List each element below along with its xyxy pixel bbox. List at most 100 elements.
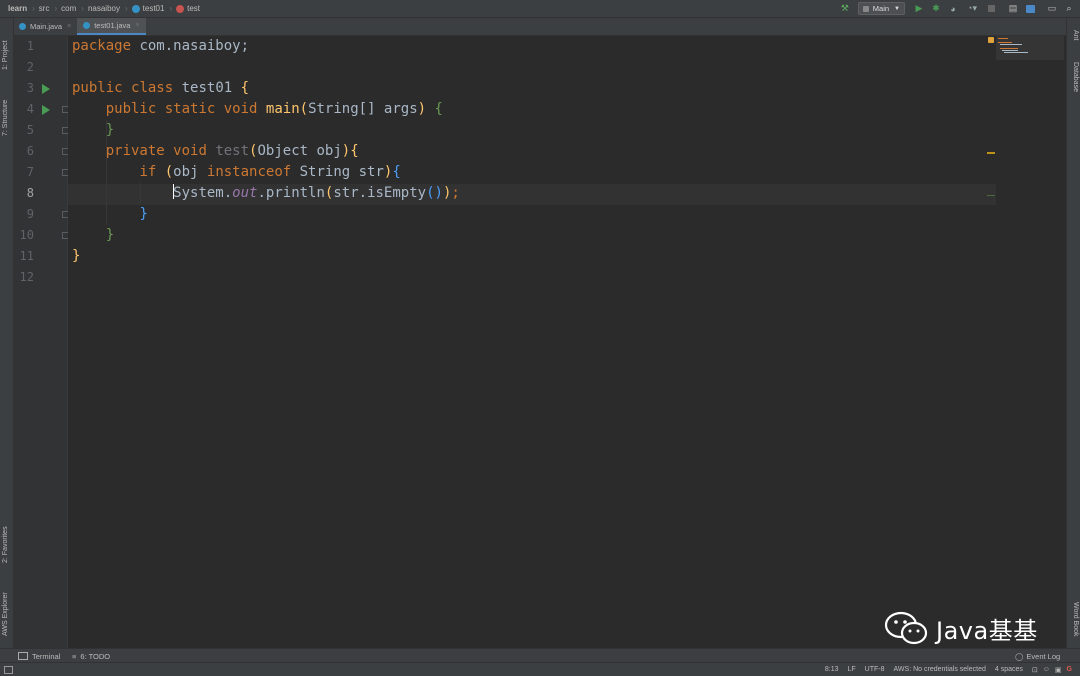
aws-credentials[interactable]: AWS: No credentials selected — [894, 666, 986, 673]
minimap[interactable] — [987, 36, 1066, 648]
breadcrumb-item-com[interactable]: com — [61, 4, 76, 13]
memory-indicator-icon[interactable]: ▣ — [1055, 666, 1062, 674]
bottom-tool-window-bar: Terminal ≡ 6: TODO ◯ Event Log — [0, 648, 1080, 663]
argument: str.isEmpty — [333, 185, 427, 201]
line-number: 1 — [26, 39, 34, 53]
search-icon[interactable]: ⌕ — [1062, 2, 1076, 16]
breadcrumb-item-class[interactable]: test01 — [131, 4, 164, 13]
keyword: public — [105, 101, 157, 117]
terminal-label: Terminal — [32, 651, 61, 661]
keyword: instanceof — [206, 164, 292, 180]
line-number: 9 — [26, 207, 34, 221]
brace: } — [139, 206, 148, 222]
editor-tabs: Main.java × test01.java × — [13, 18, 1066, 36]
chevron-right-icon: › — [54, 4, 58, 13]
breadcrumb-item-method[interactable]: test — [176, 4, 200, 13]
warning-indicator-icon[interactable] — [988, 37, 994, 43]
keyword: void — [223, 101, 258, 117]
build-hammer-icon[interactable]: ⚒ — [838, 2, 852, 16]
file-encoding[interactable]: UTF-8 — [865, 666, 885, 673]
java-class-icon — [19, 23, 26, 30]
inspector-icon[interactable]: ☺ — [1043, 666, 1050, 673]
class-reference: System — [173, 185, 224, 201]
line-number: 3 — [26, 81, 34, 95]
tool-window-favorites[interactable]: 2: Favorites — [2, 526, 9, 563]
tool-window-aws-explorer[interactable]: AWS Explorer — [2, 592, 9, 636]
caret-position[interactable]: 8:13 — [825, 666, 839, 673]
navigation-bar: learn › src › com › nasaiboy › test01 › … — [0, 0, 1080, 18]
brace: { — [240, 80, 250, 96]
window-layout-icon[interactable]: ▭ — [1045, 2, 1059, 16]
brace: } — [105, 227, 115, 243]
status-bar: 8:13 LF UTF-8 AWS: No credentials select… — [0, 662, 1080, 676]
tool-window-ant[interactable]: Ant — [1072, 30, 1079, 41]
code-line-1: package com.nasaiboy; — [72, 36, 249, 57]
line-separator[interactable]: LF — [848, 666, 856, 673]
tool-window-word-book[interactable]: Word Book — [1072, 602, 1079, 637]
class-name: test01 — [173, 80, 241, 96]
breadcrumb-label: src — [38, 4, 50, 13]
breadcrumb-item-package[interactable]: nasaiboy — [88, 4, 120, 13]
class-icon — [131, 4, 140, 13]
panel-toggle-icon[interactable] — [4, 666, 13, 674]
close-icon[interactable]: × — [67, 23, 71, 30]
run-icon[interactable]: ▶ — [912, 2, 926, 16]
tab-test01-java[interactable]: test01.java × — [77, 18, 146, 35]
lock-icon[interactable]: ⊡ — [1032, 666, 1038, 674]
stop-icon[interactable] — [984, 2, 998, 16]
breadcrumb-item-project[interactable]: learn — [8, 4, 27, 13]
run-config-label: Main — [872, 4, 890, 13]
static-field: out — [232, 185, 258, 201]
editor-gutter[interactable]: 1 2 3 4 5 6 7 8 9 10 11 12 — [14, 36, 69, 648]
debug-bug-icon[interactable]: ✱ — [929, 2, 943, 16]
watermark: Java基基 — [884, 608, 1038, 648]
project-structure-icon[interactable]: ▤ — [1006, 2, 1020, 16]
line-number: 4 — [26, 102, 34, 116]
line-number-current: 8 — [26, 186, 34, 200]
translate-icon[interactable] — [1023, 2, 1037, 16]
info-stripe[interactable] — [987, 195, 995, 196]
tab-label: test01.java — [94, 21, 131, 30]
todo-tool-button[interactable]: ≡ 6: TODO — [72, 649, 110, 663]
keyword: void — [173, 143, 207, 159]
indent-setting[interactable]: 4 spaces — [995, 666, 1023, 673]
profile-icon[interactable]: ◔▾ — [963, 2, 981, 16]
tool-window-structure[interactable]: 7: Structure — [2, 100, 9, 136]
run-main-icon[interactable] — [42, 105, 50, 115]
wechat-logo-icon — [884, 611, 928, 645]
code-line-11: } — [72, 246, 80, 267]
tab-main-java[interactable]: Main.java × — [13, 18, 77, 35]
google-icon[interactable]: G — [1067, 666, 1072, 673]
event-log-button[interactable]: ◯ Event Log — [1015, 649, 1060, 663]
run-configuration-select[interactable]: Main ▼ — [857, 2, 905, 15]
code-line-7: if (obj instanceof String str){ — [139, 164, 401, 180]
keyword: private — [105, 143, 165, 159]
breadcrumb-item-src[interactable]: src — [39, 4, 50, 13]
run-class-icon[interactable] — [42, 84, 50, 94]
code-line-3: public class test01 { — [72, 78, 249, 99]
event-log-icon: ◯ — [1015, 651, 1024, 661]
code-editor[interactable]: package com.nasaiboy; public class test0… — [68, 36, 996, 648]
tool-window-database[interactable]: Database — [1072, 62, 1079, 92]
breadcrumb-label: com — [61, 4, 77, 13]
terminal-tool-button[interactable]: Terminal — [18, 649, 60, 663]
line-number: 2 — [26, 60, 34, 74]
brace: { — [434, 101, 443, 117]
semicolon: ; — [451, 185, 460, 201]
method-icon — [176, 4, 185, 13]
code-line-4: public static void main(String[] args) { — [105, 101, 443, 117]
method-name-unused: test — [215, 143, 250, 159]
brace: } — [72, 248, 81, 264]
minimap-code-preview — [998, 38, 1028, 53]
watermark-text: Java基基 — [936, 616, 1038, 645]
close-icon[interactable]: × — [135, 22, 139, 29]
code-line-5: } — [72, 120, 114, 141]
warning-stripe[interactable] — [987, 152, 995, 154]
coverage-icon[interactable]: ◕ — [946, 2, 960, 16]
todo-label: 6: TODO — [80, 651, 111, 661]
event-log-label: Event Log — [1026, 651, 1061, 661]
line-number: 6 — [26, 144, 34, 158]
tool-window-project[interactable]: 1: Project — [2, 40, 9, 70]
breadcrumb-label: learn — [8, 4, 28, 13]
minimap-preview[interactable] — [996, 36, 1064, 60]
